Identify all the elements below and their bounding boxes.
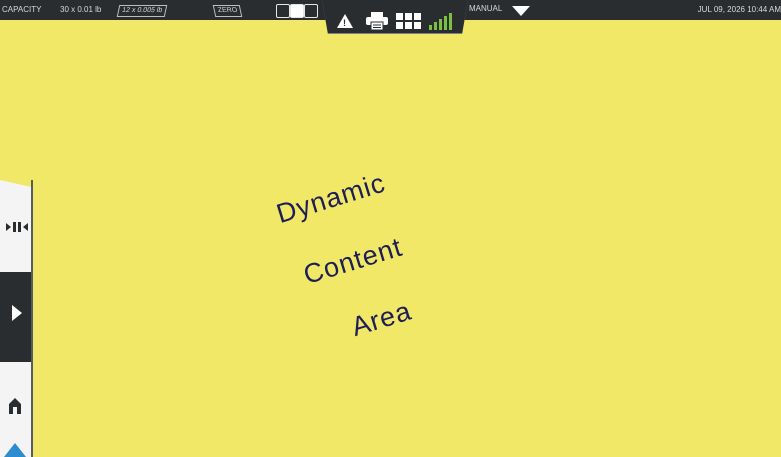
capacity-range-2[interactable]: 12 x 0.005 lb [116,5,168,17]
content-line-2: Content [299,231,406,291]
grid-icon[interactable] [396,13,423,30]
layout-square-1 [276,4,290,18]
layout-square-2 [290,4,304,18]
capacity-label: CAPACITY [2,5,42,14]
content-line-1: Dynamic [272,167,389,230]
capacity-range-1: 30 x 0.01 lb [60,5,102,14]
content-line-3: Area [347,295,416,343]
mode-label[interactable]: MANUAL [469,0,502,20]
play-icon[interactable] [12,305,22,321]
datetime: JUL 09, 2026 10:44 AM [697,5,781,14]
signal-icon [429,13,452,30]
printer-icon[interactable] [366,12,388,30]
scale-icon[interactable] [6,220,28,234]
zero-button[interactable]: ZERO [212,5,243,17]
layout-toggle[interactable] [276,4,320,18]
side-panel-edge [31,180,33,457]
chevron-down-icon[interactable] [512,6,530,16]
layout-square-3 [304,4,318,18]
home-icon[interactable] [9,398,21,414]
warning-mark: ! [343,18,346,28]
